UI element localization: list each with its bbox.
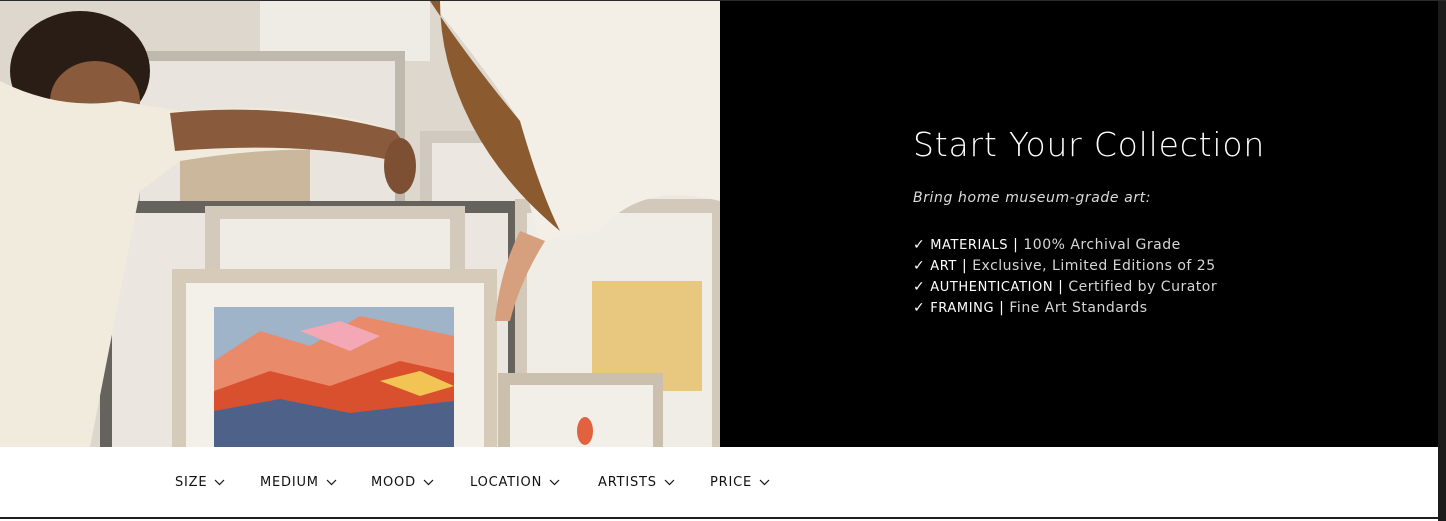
feature-value: Exclusive, Limited Editions of 25 [972,258,1216,274]
feature-item: ✓ AUTHENTICATION | Certified by Curator [913,277,1217,298]
filter-artists-dropdown[interactable]: ARTISTS [598,475,675,490]
check-icon: ✓ [913,237,926,253]
separator: | [999,300,1005,316]
feature-list: ✓ MATERIALS | 100% Archival Grade ✓ ART | Excl… [913,235,1217,319]
separator: | [1013,237,1019,253]
filter-price-dropdown[interactable]: PRICE [710,475,770,490]
hero-section: Start Your Collection Bring home museum-… [0,1,1438,447]
collection-panel: Start Your Collection Bring home museum-… [720,1,1438,447]
check-icon: ✓ [913,258,926,274]
chevron-down-icon [759,479,770,486]
feature-key: AUTHENTICATION [930,280,1054,295]
page: Start Your Collection Bring home museum-… [0,0,1446,521]
hero-subtitle: Bring home museum-grade art: [913,190,1152,206]
filter-bar: SIZE MEDIUM MOOD LOCATION ARTISTS PRICE [0,447,1438,519]
filter-mood-dropdown[interactable]: MOOD [371,475,434,490]
feature-item: ✓ FRAMING | Fine Art Standards [913,298,1217,319]
filter-location-dropdown[interactable]: LOCATION [470,475,560,490]
feature-value: Fine Art Standards [1009,300,1148,316]
feature-value: Certified by Curator [1068,279,1218,295]
chevron-down-icon [664,479,675,486]
page-title: Start Your Collection [913,125,1266,164]
filter-label: ARTISTS [598,475,657,490]
feature-value: 100% Archival Grade [1023,237,1181,253]
feature-item: ✓ ART | Exclusive, Limited Editions of 25 [913,256,1217,277]
hero-photo [0,1,720,447]
feature-item: ✓ MATERIALS | 100% Archival Grade [913,235,1217,256]
separator: | [1058,279,1064,295]
hero-image [0,1,720,447]
filter-label: LOCATION [470,475,543,490]
check-icon: ✓ [913,300,926,316]
filter-label: SIZE [175,475,208,490]
separator: | [961,258,968,274]
check-icon: ✓ [913,279,926,295]
feature-key: FRAMING [930,301,995,316]
filter-label: PRICE [710,475,752,490]
feature-key: ART [930,259,957,274]
chevron-down-icon [549,479,560,486]
filter-label: MEDIUM [260,475,319,490]
filter-medium-dropdown[interactable]: MEDIUM [260,475,337,490]
feature-key: MATERIALS [930,238,1009,253]
filter-size-dropdown[interactable]: SIZE [175,475,225,490]
chevron-down-icon [326,479,337,486]
chevron-down-icon [423,479,434,486]
window-scrollbar[interactable] [1438,1,1446,521]
filter-label: MOOD [371,475,416,490]
chevron-down-icon [214,479,225,486]
